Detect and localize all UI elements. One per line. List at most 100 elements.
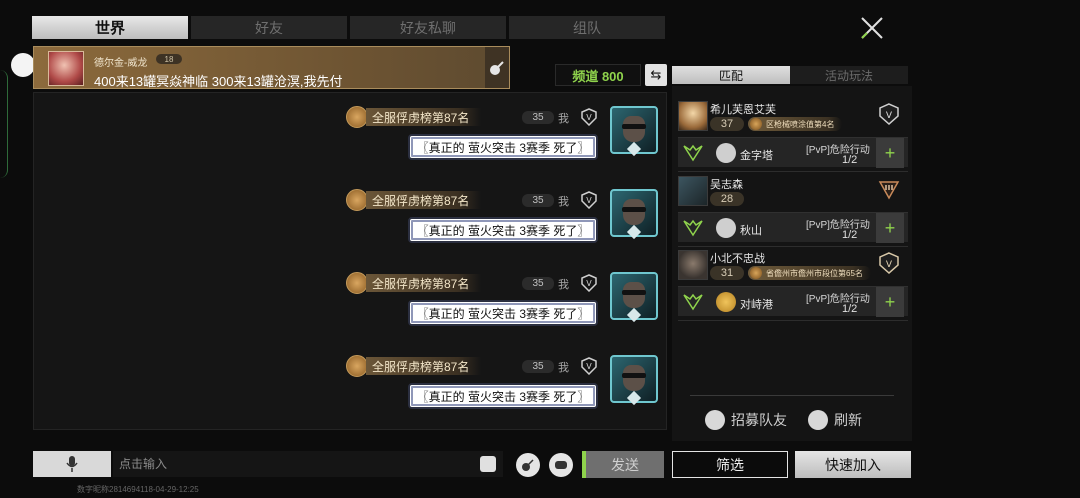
avatar [678,250,708,280]
join-team-button[interactable]: + [876,213,904,243]
avatar [678,101,708,131]
rank-medal-icon [346,106,368,128]
level-badge: 35 [522,277,554,290]
rank-medal-icon [346,355,368,377]
team-card[interactable]: 小北不忠战 31 省儋州市儋州市段位第65名 V 对峙港 [PvP]危险行动 1… [678,250,908,322]
rank-shield-icon: V [879,252,899,274]
game-mode: [PvP]危险行动 [806,145,870,156]
message-bubble[interactable]: 〖真正的 萤火突击 3赛季 死了〗 [408,300,598,326]
map-icon [716,218,736,238]
chat-tabs: 世界 好友 好友私聊 组队 [32,16,665,39]
rank-tag: 全服俘虏榜第87名 [346,189,482,211]
leader-name: 吴志森 [710,179,743,191]
floating-ball[interactable] [11,53,35,77]
rank-title: 全服俘虏榜第87名 [366,108,482,126]
divider [678,246,908,247]
leader-title: 省儋州市儋州市段位第65名 [748,266,871,280]
broadcast-sender: 德尔金-威龙 [94,58,148,69]
avatar[interactable] [610,355,658,406]
pinned-broadcast[interactable]: 德尔金-威龙 18 400来13罐冥焱神临 300来13罐沧溟,我先付 [33,46,510,89]
me-label: 我 [558,362,569,374]
send-button[interactable]: 发送 [582,451,664,478]
message-bubble[interactable]: 〖真正的 萤火突击 3赛季 死了〗 [408,134,598,160]
avatar[interactable] [610,272,658,323]
chat-message: 全服俘虏榜第87名 35 我 V 〖真正的 萤火突击 3赛季 死了〗 [340,353,660,425]
rank-medal-icon [346,189,368,211]
voice-button[interactable] [33,451,111,477]
wings-icon [683,293,703,311]
sender-level-badge: 18 [156,54,182,64]
rank-tag: 全服俘虏榜第87名 [346,355,482,377]
refresh-button[interactable]: 刷新 [808,410,862,430]
close-icon[interactable] [858,14,886,42]
team-info-row: 对峙港 [PvP]危险行动 1/2 + [678,286,908,317]
map-name: 对峙港 [740,299,773,311]
tab-team[interactable]: 组队 [509,16,665,39]
recruit-button[interactable]: 招募队友 [705,410,787,430]
team-info-row: 金字塔 [PvP]危险行动 1/2 + [678,137,908,168]
svg-text:V: V [886,111,893,121]
chat-message: 全服俘虏榜第87名 35 我 V 〖真正的 萤火突击 3赛季 死了〗 [340,270,660,342]
svg-text:V: V [586,362,592,371]
edge-handle [0,70,8,178]
chat-message: 全服俘虏榜第87名 35 我 V 〖真正的 萤火突击 3赛季 死了〗 [340,104,660,176]
join-team-button[interactable]: + [876,287,904,317]
tab-friends[interactable]: 好友 [191,16,347,39]
me-label: 我 [558,113,569,125]
tab-world[interactable]: 世界 [32,16,188,39]
level-badge: 35 [522,360,554,373]
leader-title: 区枪械喷涂值第4名 [748,117,843,131]
rank-title: 全服俘虏榜第87名 [366,357,482,375]
vip-shield-icon: V [581,108,597,126]
channel-indicator: 频道 800 [555,64,641,86]
rank-tag: 全服俘虏榜第87名 [346,272,482,294]
tab-events[interactable]: 活动玩法 [790,66,908,84]
microphone-icon [66,456,78,472]
message-bubble[interactable]: 〖真正的 萤火突击 3赛季 死了〗 [408,383,598,409]
quick-join-button[interactable]: 快速加入 [795,451,911,478]
avatar[interactable] [610,189,658,240]
divider [678,320,908,321]
avatar[interactable] [610,106,658,157]
gamepad-icon[interactable] [549,453,573,477]
message-bubble[interactable]: 〖真正的 萤火突击 3赛季 死了〗 [408,217,598,243]
team-card[interactable]: 吴志森 28 秋山 [PvP]危险行动 1/2 + [678,176,908,248]
broadcast-text: 400来13罐冥焱神临 300来13罐沧溟,我先付 [94,74,343,89]
leader-name: 小北不忠战 [710,253,765,265]
rank-title: 全服俘虏榜第87名 [366,191,482,209]
level-badge: 28 [710,192,744,206]
avatar [48,51,84,86]
map-name: 金字塔 [740,150,773,162]
level-badge: 37 [710,117,744,131]
vip-shield-icon: V [581,357,597,375]
switch-channel-icon[interactable]: ⇆ [645,64,667,86]
chat-message: 全服俘虏榜第87名 35 我 V 〖真正的 萤火突击 3赛季 死了〗 [340,187,660,259]
rank-title: 全服俘虏榜第87名 [366,274,482,292]
wings-icon [683,219,703,237]
refresh-label: 刷新 [834,412,862,428]
team-tabs: 匹配 活动玩法 [672,66,908,84]
me-label: 我 [558,196,569,208]
team-card[interactable]: 希儿芙恩艾芙 37 区枪械喷涂值第4名 V 金字塔 [PvP]危险行动 1/2 … [678,101,908,173]
join-team-button[interactable]: + [876,138,904,168]
svg-text:V: V [586,113,592,122]
recruit-label: 招募队友 [731,412,787,428]
broadcast-icon[interactable] [516,453,540,477]
filter-button[interactable]: 筛选 [672,451,788,478]
refresh-icon [808,410,828,430]
rank-tag: 全服俘虏榜第87名 [346,106,482,128]
divider [690,395,894,396]
level-badge: 35 [522,111,554,124]
svg-text:V: V [586,196,592,205]
emoji-icon[interactable] [480,456,496,472]
member-count: 1/2 [842,303,858,315]
satellite-icon [485,47,509,88]
me-label: 我 [558,279,569,291]
game-mode: [PvP]危险行动 [806,294,870,305]
tab-match[interactable]: 匹配 [672,66,790,84]
map-icon [716,143,736,163]
avatar [678,176,708,206]
level-badge: 31 [710,266,744,280]
tab-private-chat[interactable]: 好友私聊 [350,16,506,39]
chat-input[interactable] [113,451,503,477]
